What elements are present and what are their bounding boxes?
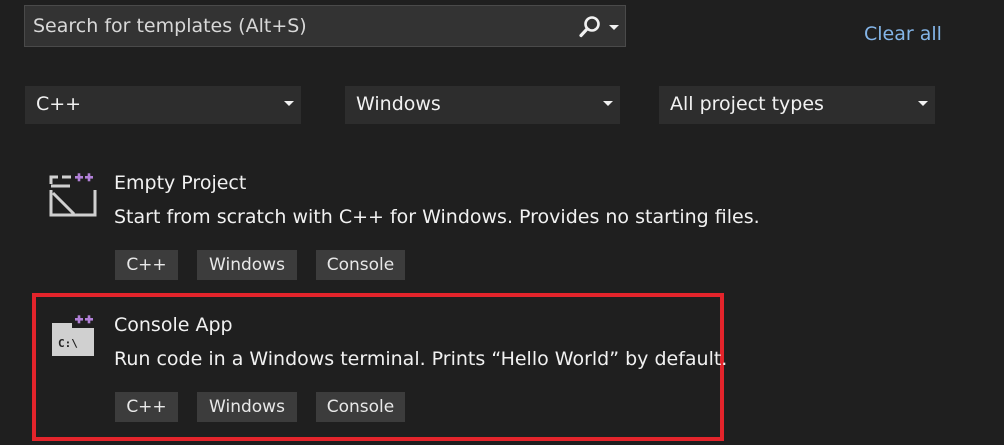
tag-console: Console <box>316 392 405 422</box>
platform-filter-value: Windows <box>356 93 441 115</box>
language-filter-dropdown[interactable]: C++ <box>25 86 301 124</box>
template-empty-project[interactable]: Empty Project Start from scratch with C+… <box>36 155 760 295</box>
language-filter-value: C++ <box>36 93 82 115</box>
console-icon-text: C:\ <box>58 337 78 350</box>
empty-project-icon <box>49 173 97 217</box>
chevron-down-icon <box>603 101 613 106</box>
template-description: Start from scratch with C++ for Windows.… <box>114 206 760 228</box>
chevron-down-icon <box>284 101 294 106</box>
chevron-down-icon[interactable] <box>608 17 620 37</box>
project-type-filter-value: All project types <box>670 93 824 115</box>
template-description: Run code in a Windows terminal. Prints “… <box>114 348 728 370</box>
search-input[interactable] <box>25 6 565 46</box>
chevron-down-icon <box>918 101 928 106</box>
console-app-icon: C:\ <box>52 315 94 356</box>
search-icon[interactable] <box>578 15 602 39</box>
project-type-filter-dropdown[interactable]: All project types <box>659 86 935 124</box>
template-title: Console App <box>114 314 233 336</box>
tag-windows: Windows <box>197 250 297 280</box>
template-console-app[interactable]: C:\ Console App Run code in a Windows te… <box>32 293 727 441</box>
tag-cpp: C++ <box>115 250 178 280</box>
template-title: Empty Project <box>114 172 247 194</box>
search-box[interactable] <box>24 5 626 47</box>
clear-all-link[interactable]: Clear all <box>864 23 942 45</box>
tag-cpp: C++ <box>115 392 178 422</box>
tag-console: Console <box>316 250 405 280</box>
tag-windows: Windows <box>197 392 297 422</box>
platform-filter-dropdown[interactable]: Windows <box>345 86 620 124</box>
